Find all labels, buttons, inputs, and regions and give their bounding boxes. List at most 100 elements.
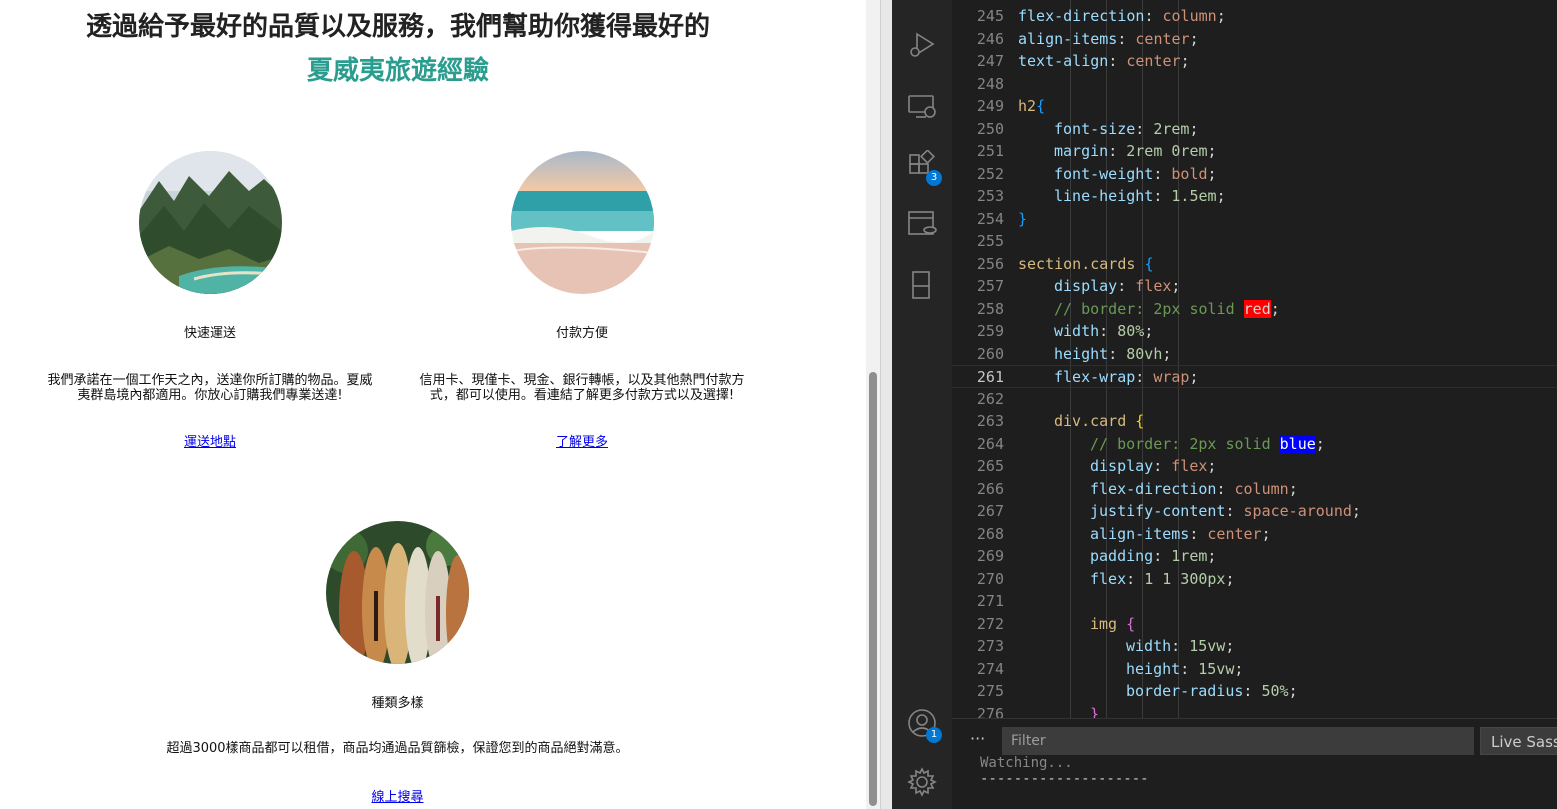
code-text: h2{ xyxy=(1018,95,1045,118)
code-line[interactable]: 258 // border: 2px solid red; xyxy=(952,298,1557,321)
code-line[interactable]: 248 xyxy=(952,73,1557,96)
code-text: flex: 1 1 300px; xyxy=(1090,568,1235,591)
code-token: flex xyxy=(1090,569,1127,588)
delivery-locations-link[interactable]: 運送地點 xyxy=(184,431,236,450)
more-actions-icon[interactable]: ··· xyxy=(970,729,985,748)
code-line[interactable]: 254} xyxy=(952,208,1557,231)
browser-scrollbar[interactable] xyxy=(866,0,880,809)
line-number: 256 xyxy=(976,254,1004,273)
code-line[interactable]: 272 img { xyxy=(952,613,1557,636)
card-title: 種類多樣 xyxy=(371,696,424,711)
code-line[interactable]: 259 width: 80%; xyxy=(952,320,1557,343)
code-token: space-around xyxy=(1243,502,1352,520)
code-line[interactable]: 265 display: flex; xyxy=(952,455,1557,478)
code-line[interactable]: 251 margin: 2rem 0rem; xyxy=(952,140,1557,163)
card-description: 超過3000樣商品都可以租借，商品均通過品質篩檢，保證您到的商品絕對滿意。 xyxy=(166,741,629,756)
code-token: ; xyxy=(1216,7,1226,25)
code-token: : xyxy=(1108,142,1127,160)
code-line[interactable]: 261 flex-wrap: wrap; xyxy=(952,365,1557,388)
code-token: : xyxy=(1126,569,1145,588)
line-number: 252 xyxy=(976,164,1004,183)
code-line[interactable]: 267 justify-content: space-around; xyxy=(952,500,1557,523)
code-line[interactable]: 270 flex: 1 1 300px; xyxy=(952,568,1557,591)
code-line[interactable]: 268 align-items: center; xyxy=(952,523,1557,546)
code-line[interactable]: 245 flex-direction: column; xyxy=(952,5,1557,28)
code-token: ; xyxy=(1225,569,1235,588)
output-separator: -------------------- xyxy=(980,771,1149,787)
code-text: height: 80vh; xyxy=(1054,343,1171,366)
code-token: flex-direction xyxy=(1018,7,1145,25)
code-token: : xyxy=(1216,479,1235,498)
code-token: ; xyxy=(1207,142,1217,160)
card-variety: 種類多樣 超過3000樣商品都可以租借，商品均通過品質篩檢，保證您到的商品絕對滿… xyxy=(160,521,635,805)
code-line[interactable]: 264 // border: 2px solid blue; xyxy=(952,433,1557,456)
code-token: { xyxy=(1144,254,1154,273)
code-line[interactable]: 273 width: 15vw; xyxy=(952,635,1557,658)
settings-gear-icon[interactable] xyxy=(906,766,938,798)
code-text: align-items: center; xyxy=(1090,523,1271,546)
filter-input[interactable] xyxy=(1002,727,1474,755)
run-debug-icon[interactable] xyxy=(906,28,938,60)
code-token: center xyxy=(1207,524,1262,543)
code-token: : xyxy=(1108,52,1127,70)
output-text: Watching... xyxy=(980,755,1073,771)
code-token: : xyxy=(1099,322,1118,340)
code-line[interactable]: 250 font-size: 2rem; xyxy=(952,118,1557,141)
line-number: 259 xyxy=(976,322,1004,340)
code-text: section.cards { xyxy=(1018,253,1153,276)
code-token: ; xyxy=(1180,52,1190,70)
code-line[interactable]: 256 section.cards { xyxy=(952,253,1557,276)
hero-title-line2: 夏威夷旅遊經驗 xyxy=(306,56,489,86)
code-token: 15vw xyxy=(1198,659,1235,678)
code-token: ; xyxy=(1261,524,1271,543)
code-token: : xyxy=(1117,29,1136,48)
code-line[interactable]: 249 h2{ xyxy=(952,95,1557,118)
scrollbar-thumb[interactable] xyxy=(869,372,877,806)
online-search-link[interactable]: 線上搜尋 xyxy=(371,786,423,805)
code-line[interactable]: 263 div.card { xyxy=(952,410,1557,433)
code-line[interactable]: 262 xyxy=(952,388,1557,411)
code-line[interactable]: 246 align-items: center; xyxy=(952,28,1557,51)
code-token: section.cards xyxy=(1018,254,1145,273)
code-line[interactable]: 266 flex-direction: column; xyxy=(952,478,1557,501)
line-number: 250 xyxy=(976,119,1004,138)
line-number: 271 xyxy=(976,592,1004,610)
code-token: margin xyxy=(1054,142,1109,160)
extensions-icon[interactable]: 3 xyxy=(906,149,942,186)
code-line[interactable]: 271 xyxy=(952,590,1557,613)
code-line[interactable]: 260 height: 80vh; xyxy=(952,343,1557,366)
code-token: 15vw xyxy=(1189,637,1226,655)
code-line[interactable]: 247 text-align: center; xyxy=(952,50,1557,73)
code-line[interactable]: 255 xyxy=(952,230,1557,253)
code-line[interactable]: 269 padding: 1rem; xyxy=(952,545,1557,568)
pane-divider[interactable] xyxy=(880,0,892,809)
code-line[interactable]: 276} xyxy=(952,703,1557,719)
code-token: 1 1 300px xyxy=(1144,569,1226,588)
line-number: 266 xyxy=(976,479,1004,498)
code-line[interactable]: 253 line-height: 1.5em; xyxy=(952,185,1557,208)
code-line[interactable]: 257 display: flex; xyxy=(952,275,1557,298)
line-number: 246 xyxy=(976,29,1004,48)
code-token: line-height xyxy=(1054,187,1154,205)
database-icon[interactable] xyxy=(906,208,938,240)
code-token: : xyxy=(1144,7,1163,25)
code-token: 50% xyxy=(1261,682,1289,700)
card-easy-payment: 付款方便 信用卡、現僅卡、現金、銀行轉帳，以及其他熱門付款方式，都可以使用。看連… xyxy=(402,151,762,450)
bookmark-icon[interactable] xyxy=(906,268,938,300)
code-editor[interactable]: 245 flex-direction: column; 246 align-items… xyxy=(952,0,1557,718)
code-text: flex-direction: column; xyxy=(1090,478,1298,501)
code-line[interactable]: 275 border-radius: 50%; xyxy=(952,680,1557,703)
code-token: ; xyxy=(1207,457,1217,475)
line-number: 249 xyxy=(976,97,1004,115)
remote-explorer-icon[interactable] xyxy=(906,91,938,123)
code-line[interactable]: 274 height: 15vw; xyxy=(952,658,1557,681)
code-text: } xyxy=(1090,703,1099,719)
code-line[interactable]: 252 font-weight: bold; xyxy=(952,163,1557,186)
code-token: flex-wrap xyxy=(1054,368,1136,386)
line-number: 273 xyxy=(976,637,1004,655)
live-sass-dropdown[interactable]: Live Sass xyxy=(1480,727,1557,755)
code-text: width: 80%; xyxy=(1054,320,1153,343)
account-icon[interactable]: 1 xyxy=(906,707,942,743)
code-token: display xyxy=(1090,457,1154,475)
learn-more-link[interactable]: 了解更多 xyxy=(556,431,608,450)
